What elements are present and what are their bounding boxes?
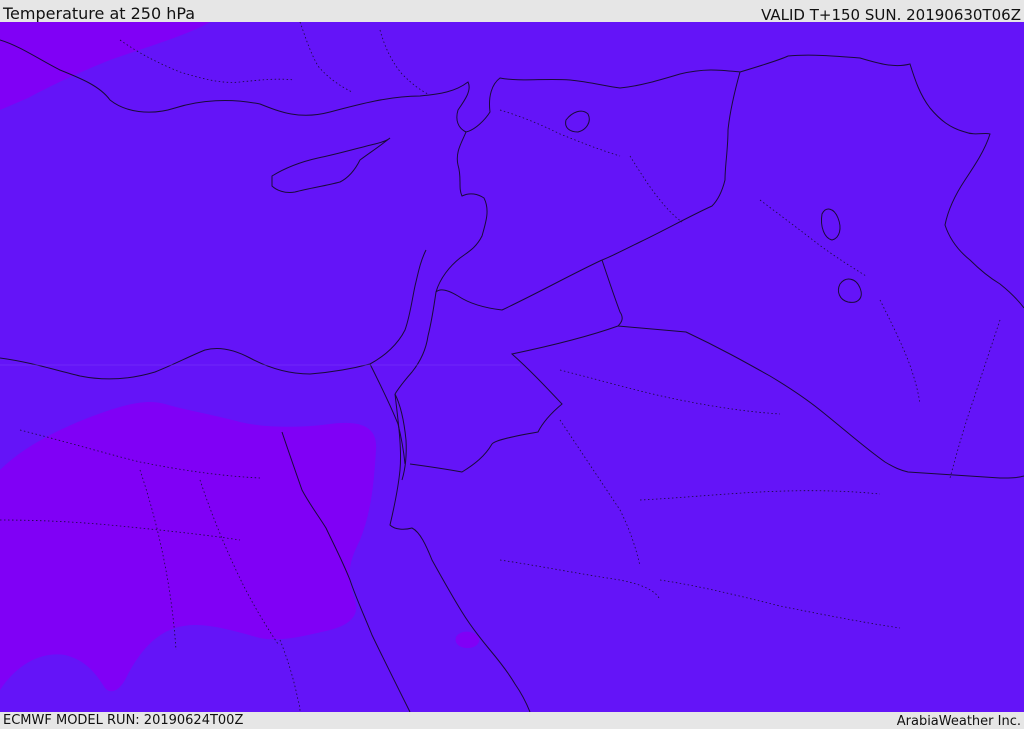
credit: ArabiaWeather Inc. bbox=[896, 714, 1021, 729]
header-bar: Temperature at 250 hPa VALID T+150 SUN. … bbox=[0, 0, 1024, 24]
weather-map[interactable] bbox=[0, 22, 1024, 712]
footer-bar: ECMWF MODEL RUN: 20190624T00Z ArabiaWeat… bbox=[0, 712, 1024, 729]
model-run: ECMWF MODEL RUN: 20190624T00Z bbox=[3, 713, 244, 728]
map-title: Temperature at 250 hPa bbox=[3, 4, 196, 23]
map-frame: Temperature at 250 hPa VALID T+150 SUN. … bbox=[0, 0, 1024, 729]
